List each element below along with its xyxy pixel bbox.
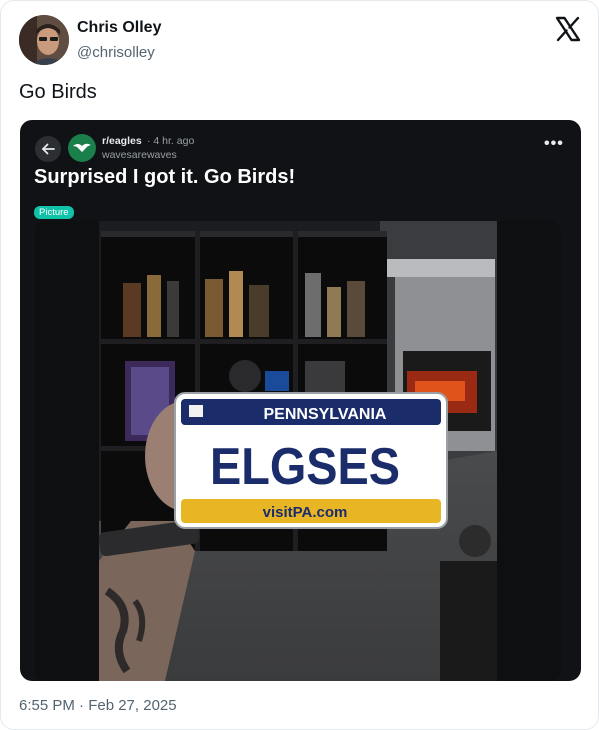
eagle-icon[interactable] [68,134,96,162]
more-horizontal-icon[interactable]: ••• [544,136,564,152]
x-logo-icon[interactable] [555,16,581,42]
post-time: · 4 hr. ago [147,135,195,147]
avatar[interactable] [19,15,69,65]
tweet-text: Go Birds [19,81,97,103]
subreddit-name[interactable]: r/eagles [102,135,142,147]
post-flair: Picture [34,206,74,219]
tweet-card: Chris Olley @chrisolley Go Birds r/eagle… [0,0,599,730]
post-username[interactable]: wavesarewaves [102,149,177,161]
plate-footer: visitPA.com [263,504,348,521]
post-title: Surprised I got it. Go Birds! [34,166,296,188]
plate-state: PENNSYLVANIA [264,406,387,423]
tweet-timestamp[interactable]: 6:55 PM · Feb 27, 2025 [19,697,177,714]
post-photo: PENNSYLVANIA ELGSES visitPA.com [35,221,561,681]
arrow-left-icon[interactable] [35,136,61,162]
embedded-reddit-screenshot[interactable]: r/eagles · 4 hr. ago wavesarewaves ••• S… [20,120,581,681]
author-handle[interactable]: @chrisolley [77,44,155,61]
author-name[interactable]: Chris Olley [77,19,161,37]
license-plate: PENNSYLVANIA ELGSES visitPA.com [174,392,448,529]
plate-number: ELGSES [210,438,400,496]
